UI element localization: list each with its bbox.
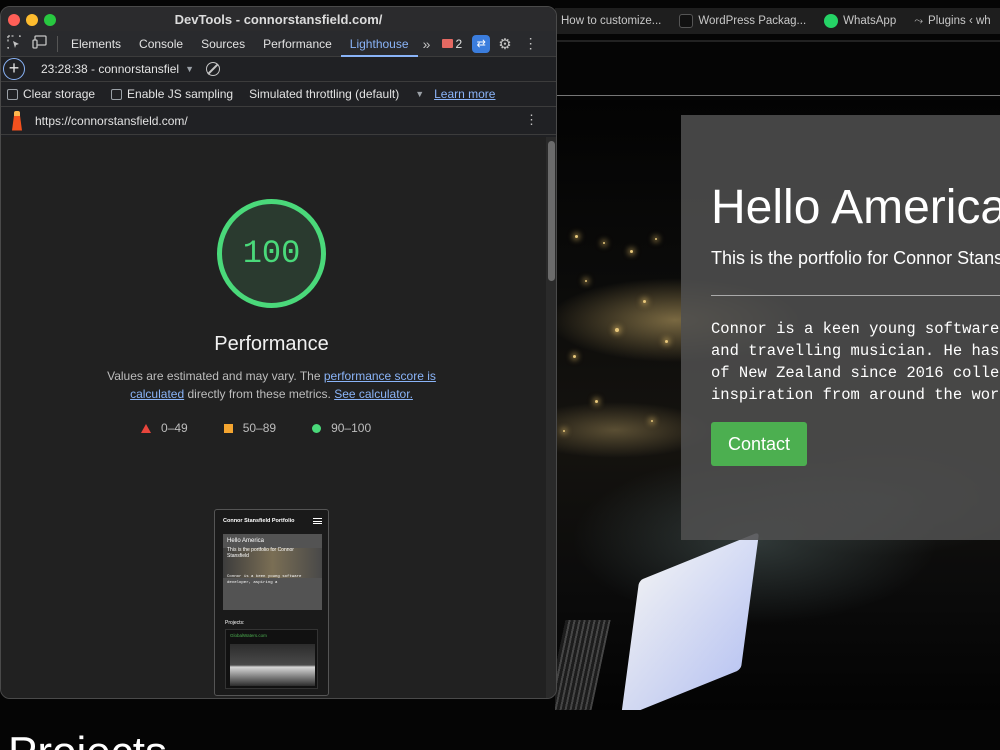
whatsapp-icon	[824, 14, 839, 28]
thumbnail-project-card: GlobalWaters.com	[225, 629, 318, 689]
legend-average: 50–89	[223, 421, 277, 435]
see-calculator-link[interactable]: See calculator.	[334, 387, 413, 401]
bookmark-item[interactable]: How to customize...	[561, 15, 661, 27]
legend-fail: 0–49	[141, 421, 188, 435]
devtools-window: DevTools - connorstansfield.com/ Element…	[0, 6, 557, 699]
js-sampling-label: Enable JS sampling	[127, 87, 234, 101]
bookmark-item[interactable]: WhatsApp	[824, 14, 896, 28]
clear-icon[interactable]	[206, 62, 221, 76]
disclaimer-text: directly from these metrics.	[184, 387, 335, 401]
thumbnail-card-image	[230, 644, 315, 686]
legend-label: 50–89	[242, 421, 277, 435]
hero-description: Connor is a keen young software d and tr…	[711, 320, 1000, 404]
bookmark-label: How to customize...	[561, 15, 662, 27]
divider	[57, 35, 58, 52]
tab-sources[interactable]: Sources	[192, 31, 254, 57]
legend-label: 0–49	[161, 421, 188, 435]
contact-button[interactable]: Contact	[711, 422, 807, 466]
maximize-window-button[interactable]	[44, 14, 56, 26]
issues-count: 2	[455, 36, 463, 51]
page-screenshot-thumbnail[interactable]: Connor Stansfield Portfolio Hello Americ…	[214, 509, 329, 696]
report-url-bar: https://connorstansfield.com/ ⋮	[1, 107, 556, 135]
new-report-button[interactable]: +	[3, 58, 25, 80]
window-titlebar: DevTools - connorstansfield.com/	[1, 7, 556, 31]
thumbnail-hero: Hello America This is the portfolio for …	[223, 534, 322, 610]
lighthouse-toolbar: + 23:28:38 - connorstansfiel ▼	[1, 57, 556, 82]
divider	[555, 95, 1000, 96]
gear-icon[interactable]: ⚙	[498, 35, 511, 53]
hamburger-icon	[313, 518, 322, 524]
close-window-button[interactable]	[8, 14, 20, 26]
thumbnail-projects-label: Projects:	[225, 620, 245, 626]
hero-subtitle: This is the portfolio for Connor Stans	[711, 248, 1000, 268]
projects-heading: Projects	[8, 728, 167, 750]
issues-badge[interactable]: 2	[441, 36, 463, 51]
thumbnail-hero-title: Hello America	[227, 538, 265, 544]
more-options-icon[interactable]: ⋮	[524, 35, 538, 52]
circle-icon	[312, 423, 322, 433]
more-tabs-icon[interactable]: »	[418, 36, 436, 52]
bookmark-label: WordPress Packag...	[698, 15, 807, 27]
keyboard-shape	[555, 620, 611, 710]
issue-flag-icon	[441, 39, 453, 48]
legend-pass: 90–100	[312, 421, 371, 435]
category-title: Performance	[214, 333, 329, 355]
clear-storage-label: Clear storage	[23, 87, 96, 101]
square-icon	[223, 423, 233, 433]
bookmark-label: Plugins ‹ wh	[928, 15, 991, 27]
throttling-select[interactable]: Simulated throttling (default)	[249, 87, 399, 101]
divider	[555, 40, 1000, 42]
devtools-tabbar: Elements Console Sources Performance Lig…	[1, 31, 556, 57]
scrollbar-thumb[interactable]	[548, 141, 555, 281]
thumbnail-header: Connor Stansfield Portfolio	[215, 510, 328, 532]
inspect-element-icon[interactable]	[1, 35, 27, 52]
score-disclaimer: Values are estimated and may vary. The p…	[101, 367, 442, 403]
window-title: DevTools - connorstansfield.com/	[174, 11, 383, 27]
chevron-down-icon[interactable]: ▼	[415, 89, 424, 99]
thumbnail-hero-subtitle: This is the portfolio for Connor Stansfi…	[227, 547, 294, 559]
lighthouse-icon	[11, 110, 23, 131]
hero-divider	[711, 295, 1000, 296]
bookmark-label: WhatsApp	[843, 15, 897, 27]
bookmark-item[interactable]: ⤳ Plugins ‹ wh	[914, 15, 990, 28]
lighthouse-options: Clear storage Enable JS sampling Simulat…	[1, 82, 556, 107]
tab-elements[interactable]: Elements	[62, 31, 130, 57]
bookmarks-bar: How to customize... WordPress Packag... …	[555, 8, 1000, 34]
tab-lighthouse[interactable]: Lighthouse	[340, 31, 418, 57]
more-options-icon[interactable]: ⋮	[525, 112, 538, 128]
sync-icon[interactable]: ⇄	[472, 34, 491, 53]
legend-label: 90–100	[331, 421, 372, 435]
tab-console[interactable]: Console	[130, 31, 192, 57]
chevron-down-icon[interactable]: ▼	[185, 64, 194, 74]
bookmark-item[interactable]: WordPress Packag...	[679, 14, 806, 28]
thumbnail-hero-text: Connor is a keen young software develope…	[227, 575, 302, 585]
js-sampling-checkbox[interactable]	[111, 88, 123, 100]
laptop-screen-shape	[620, 532, 760, 710]
minimize-window-button[interactable]	[26, 14, 38, 26]
wordpress-icon	[679, 14, 694, 28]
plugins-icon: ⤳	[914, 14, 924, 27]
lighthouse-report: 100 Performance Values are estimated and…	[1, 137, 546, 698]
thumbnail-card-title: GlobalWaters.com	[230, 633, 267, 638]
report-scrollbar[interactable]	[546, 137, 556, 698]
hero-title: Hello America	[711, 181, 1000, 234]
clear-storage-checkbox[interactable]	[7, 88, 18, 100]
audited-url: https://connorstansfield.com/	[35, 113, 188, 128]
disclaimer-text: Values are estimated and may vary. The	[107, 369, 324, 383]
triangle-icon	[141, 423, 151, 433]
performance-score: 100	[242, 235, 301, 272]
score-legend: 0–49 50–89 90–100	[141, 421, 407, 435]
learn-more-link[interactable]: Learn more	[434, 87, 495, 101]
tab-performance[interactable]: Performance	[254, 31, 341, 57]
device-toolbar-icon[interactable]	[27, 35, 53, 52]
thumbnail-site-title: Connor Stansfield Portfolio	[223, 518, 295, 524]
report-selector[interactable]: 23:28:38 - connorstansfiel	[41, 62, 179, 76]
